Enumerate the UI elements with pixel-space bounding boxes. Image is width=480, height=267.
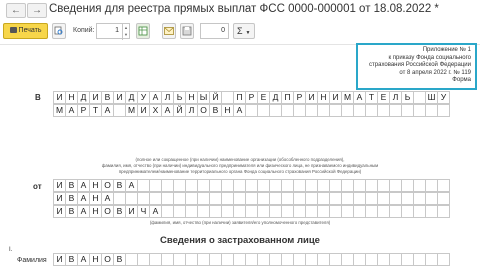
sum-icon: Σ bbox=[237, 26, 243, 36]
copies-label: Копий: bbox=[73, 27, 95, 34]
section-number: I. bbox=[9, 247, 13, 253]
toolbar: Печать Копий: 1 ▲ ▼ 0 Σ ▼ bbox=[0, 23, 480, 41]
save-icon bbox=[182, 26, 192, 36]
to-line-2-cells: МАРТАМИХАЙЛОВНА bbox=[53, 104, 450, 117]
to-line-1-cells: ИНДИВИДУАЛЬНЫЙПРЕДПРИНИМАТЕЛЬШУ bbox=[53, 91, 450, 104]
form-cell bbox=[437, 192, 450, 205]
to-caption-3: предпринимателем/наименование территориа… bbox=[118, 169, 362, 174]
send-email-button[interactable] bbox=[162, 23, 176, 39]
appendix-line: страхования Российской Федерации bbox=[369, 62, 471, 69]
printer-icon bbox=[9, 27, 17, 33]
arrow-left-icon: ← bbox=[11, 5, 21, 16]
from-line-2-cells: ИВАНА bbox=[53, 192, 450, 205]
forward-button[interactable]: → bbox=[27, 3, 47, 18]
surname-label: Фамилия bbox=[17, 257, 47, 264]
print-preview-button[interactable] bbox=[52, 23, 66, 39]
print-button[interactable]: Печать bbox=[3, 23, 48, 39]
from-line-3-cells: ИВАНОВИЧА bbox=[53, 205, 450, 218]
table-icon bbox=[138, 26, 148, 36]
to-caption-2: фамилия, имя, отчество (при наличии) инд… bbox=[101, 163, 379, 168]
title-bar: ← → Сведения для реестра прямых выплат Ф… bbox=[0, 0, 480, 20]
form-cell bbox=[437, 253, 450, 266]
window-title: Сведения для реестра прямых выплат ФСС 0… bbox=[49, 3, 439, 15]
from-line-1-cells: ИВАНОВА bbox=[53, 179, 450, 192]
surname-cells: ИВАНОВ bbox=[53, 253, 450, 266]
appendix-line: Форма bbox=[452, 77, 471, 84]
appendix-line: Приложение № 1 bbox=[422, 47, 471, 53]
from-caption: (фамилия, имя, отчество (при наличии) за… bbox=[149, 220, 331, 225]
print-preview-icon bbox=[54, 26, 63, 35]
form-cell bbox=[437, 104, 450, 117]
chevron-down-icon: ▼ bbox=[245, 30, 251, 36]
back-button[interactable]: ← bbox=[6, 3, 26, 18]
form-cell bbox=[437, 179, 450, 192]
envelope-icon bbox=[164, 27, 174, 35]
section-title: Сведения о застрахованном лице bbox=[160, 235, 320, 246]
number-input[interactable]: 0 bbox=[200, 23, 229, 39]
print-button-label: Печать bbox=[18, 27, 42, 34]
copies-input[interactable]: 1 ▲ ▼ bbox=[96, 23, 130, 40]
to-label: В bbox=[35, 93, 41, 102]
table-button[interactable] bbox=[136, 23, 150, 39]
form-cell: У bbox=[437, 91, 450, 104]
appendix-line: от 8 апреля 2022 г. № 119 bbox=[399, 69, 471, 76]
appendix-box: Приложение № 1 к приказу Фонда социально… bbox=[356, 43, 477, 90]
sum-dropdown[interactable]: Σ ▼ bbox=[233, 23, 255, 39]
copies-stepper[interactable]: ▲ ▼ bbox=[122, 24, 129, 40]
save-button[interactable] bbox=[180, 23, 194, 39]
arrow-right-icon: → bbox=[32, 5, 42, 16]
to-caption-1: (полное или сокращенное (при наличии) на… bbox=[135, 157, 345, 162]
from-label: от bbox=[33, 182, 42, 191]
number-value: 0 bbox=[221, 27, 225, 34]
copies-value: 1 bbox=[115, 27, 119, 34]
form-cell bbox=[437, 205, 450, 218]
